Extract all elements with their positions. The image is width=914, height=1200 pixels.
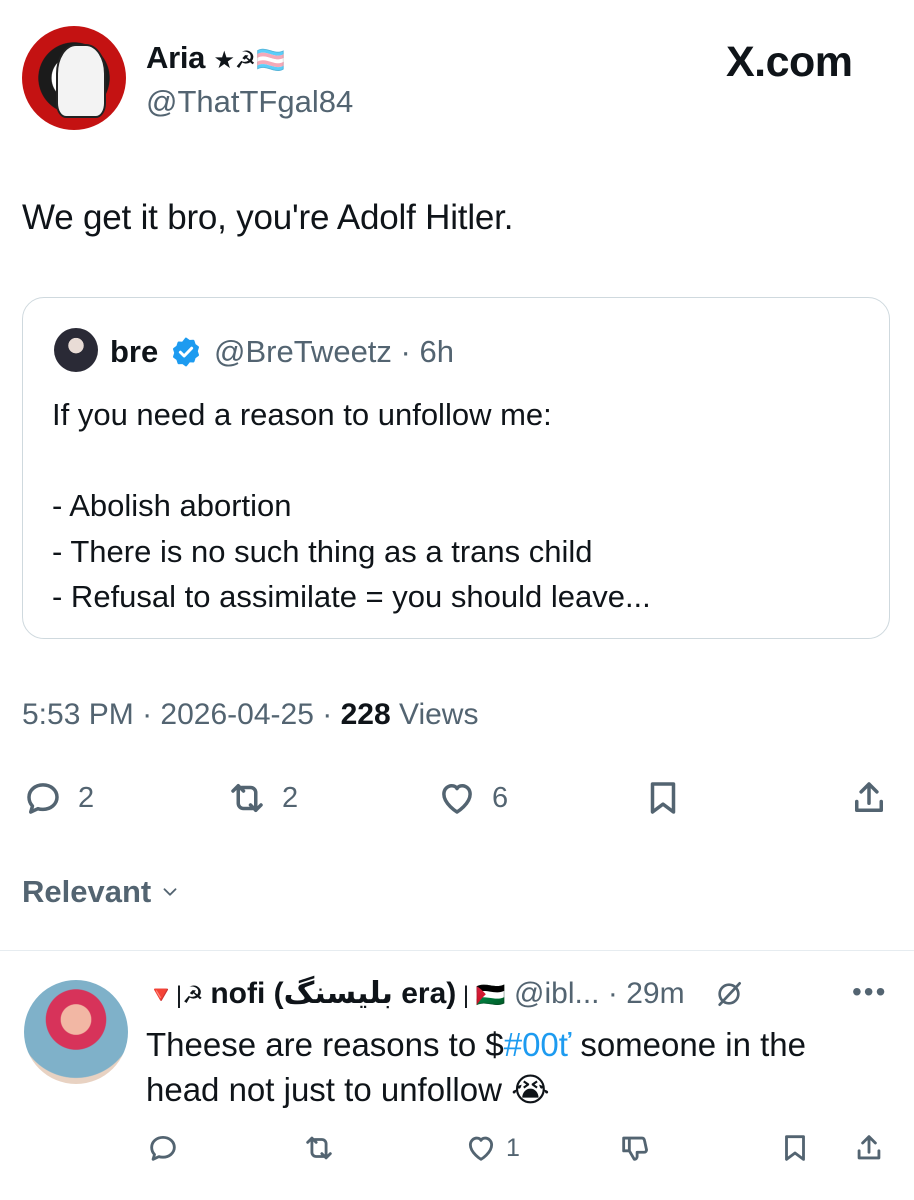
- like-button[interactable]: 6: [436, 776, 508, 820]
- divider: [0, 950, 914, 951]
- quoted-author-handle[interactable]: @BreTweetz · 6h: [214, 334, 454, 370]
- reply-hashtag[interactable]: #00ť: [504, 1026, 571, 1063]
- reply-text: Theese are reasons to $#00ť someone in t…: [146, 1026, 806, 1108]
- tweet-meta: 5:53 PM · 2026-04-25 · 228 Views: [22, 698, 479, 731]
- quoted-tweet-text: If you need a reason to unfollow me: - A…: [52, 397, 651, 614]
- author-avatar[interactable]: [22, 26, 126, 130]
- quoted-author-avatar[interactable]: [54, 328, 98, 372]
- chevron-down-icon: [163, 888, 177, 896]
- reply-icon: [27, 783, 59, 814]
- bookmark-icon: [785, 1135, 805, 1161]
- reply-like-button[interactable]: 1: [464, 1130, 520, 1166]
- grok-icon[interactable]: [713, 978, 745, 1010]
- reply-count: 2: [78, 781, 95, 814]
- tweet-date[interactable]: 2026-04-25: [160, 698, 313, 731]
- quoted-author-name[interactable]: bre: [110, 334, 158, 370]
- verified-badge-icon: [173, 337, 199, 367]
- repost-count: 2: [282, 781, 299, 814]
- reply-bookmark-button[interactable]: [778, 1130, 812, 1166]
- reply-author-avatar[interactable]: [24, 980, 128, 1084]
- repost-icon: [306, 1136, 332, 1160]
- share-button[interactable]: [848, 776, 890, 820]
- more-options-icon[interactable]: •••: [852, 976, 887, 1008]
- like-count: 6: [492, 781, 509, 814]
- tweet-text: We get it bro, you're Adolf Hitler.: [22, 198, 514, 237]
- reply-sort-dropdown[interactable]: Relevant: [22, 874, 181, 910]
- site-watermark: X.com: [726, 38, 853, 86]
- reply-author-handle[interactable]: @ibl... · 29m: [506, 977, 685, 1011]
- reply-downvote-button[interactable]: [618, 1130, 652, 1166]
- share-icon: [855, 782, 883, 812]
- bookmark-button[interactable]: [642, 776, 684, 820]
- reply-reply-button[interactable]: [146, 1130, 180, 1166]
- reply-button[interactable]: 2: [22, 776, 94, 820]
- reply-sort-label: Relevant: [22, 874, 152, 909]
- reply-icon: [150, 1135, 176, 1161]
- views-count: 228: [340, 698, 391, 731]
- heart-icon: [468, 1136, 494, 1161]
- heart-icon: [442, 784, 472, 814]
- tweet-time[interactable]: 5:53 PM: [22, 698, 134, 731]
- bookmark-icon: [650, 782, 676, 814]
- reply-header: 🔻|☭ nofi (بلیسنگ era) | 🇵🇸 @ibl... · 29m: [146, 976, 745, 1011]
- author-handle[interactable]: @ThatTFgal84: [146, 84, 353, 120]
- reply-author-name[interactable]: 🔻|☭ nofi (بلیسنگ era) | 🇵🇸: [146, 976, 506, 1011]
- repost-button[interactable]: 2: [226, 776, 298, 820]
- author-name-emoji: ★☭🏳️‍⚧️: [213, 47, 286, 74]
- reply-share-button[interactable]: [852, 1130, 886, 1166]
- repost-icon: [231, 784, 263, 812]
- author-name[interactable]: Aria ★☭🏳️‍⚧️: [146, 40, 286, 76]
- views-label: Views: [398, 698, 479, 731]
- reply-repost-button[interactable]: [302, 1130, 336, 1166]
- thumbs-down-icon: [622, 1136, 648, 1161]
- reply-like-count: 1: [506, 1133, 520, 1162]
- share-icon: [857, 1135, 881, 1160]
